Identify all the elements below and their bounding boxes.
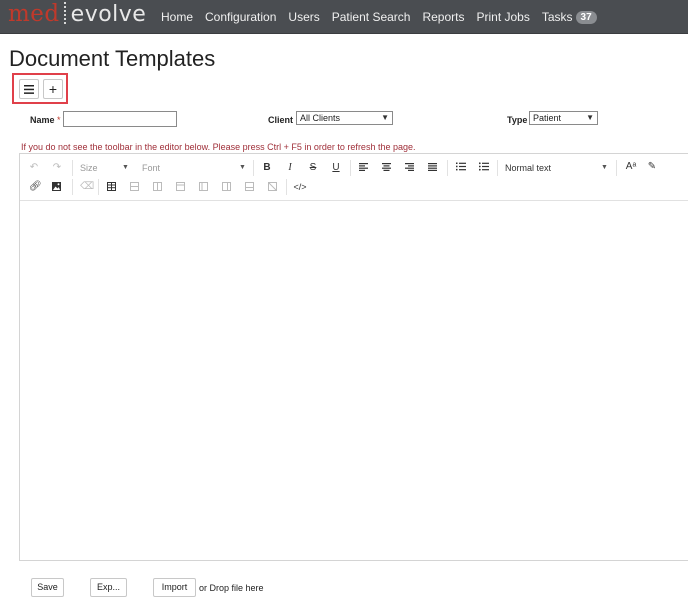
name-label-text: Name: [30, 115, 55, 125]
nav-tasks[interactable]: Tasks 37: [542, 10, 597, 24]
ordered-list-icon[interactable]: [456, 162, 466, 171]
add-template-button[interactable]: +: [43, 79, 63, 99]
image-icon[interactable]: [52, 182, 61, 191]
type-select-value: Patient: [533, 113, 562, 123]
merge-cells-icon[interactable]: [222, 182, 231, 191]
hamburger-icon: [24, 84, 34, 94]
font-size-icon[interactable]: Aᵃ: [624, 161, 638, 173]
page-title: Document Templates: [9, 46, 216, 71]
align-justify-icon[interactable]: [428, 163, 437, 171]
caret-down-icon: ▼: [601, 164, 608, 171]
tasks-count-badge: 37: [575, 11, 597, 24]
toolbar-divider: [616, 160, 617, 176]
italic-button[interactable]: I: [285, 162, 295, 174]
import-button[interactable]: Import: [153, 578, 196, 597]
align-center-icon[interactable]: [382, 163, 391, 171]
client-select[interactable]: All Clients ▼: [296, 111, 393, 125]
logo-evolve-text: evolve: [70, 2, 147, 27]
toolbar-divider: [72, 179, 73, 195]
bullet-list-icon[interactable]: [479, 162, 489, 171]
link-icon[interactable]: 🔗︎: [29, 181, 42, 193]
editor-content-area[interactable]: [20, 202, 688, 560]
font-size-placeholder: Size: [80, 163, 98, 173]
nav-users[interactable]: Users: [288, 10, 319, 24]
toolbar-divider: [350, 160, 351, 176]
insert-column-icon[interactable]: [153, 182, 162, 191]
toolbar-divider: [253, 160, 254, 176]
list-menu-button[interactable]: [19, 79, 39, 99]
logo-med-text: med: [8, 1, 60, 27]
top-navbar: med evolve Home Configuration Users Patie…: [0, 0, 688, 34]
client-label: Client: [268, 115, 294, 125]
highlighter-icon[interactable]: ✎: [647, 161, 657, 173]
nav-tasks-label: Tasks: [541, 10, 573, 24]
caret-down-icon: ▼: [122, 164, 129, 171]
nav-print-jobs[interactable]: Print Jobs: [477, 10, 530, 24]
code-view-icon[interactable]: </>: [293, 181, 307, 193]
nav-home[interactable]: Home: [161, 10, 193, 24]
type-select[interactable]: Patient ▼: [529, 111, 598, 125]
editor-toolbar: ↶ ↷ Size ▼ Font ▼ B I S U Normal text ▼ …: [20, 154, 688, 201]
toolbar-warning-text: If you do not see the toolbar in the edi…: [21, 142, 416, 152]
paragraph-style-dropdown[interactable]: Normal text ▼: [505, 163, 609, 173]
logo-separator: [63, 2, 66, 24]
toolbar-divider: [98, 179, 99, 195]
align-left-icon[interactable]: [359, 163, 368, 171]
strikethrough-button[interactable]: S: [308, 162, 318, 174]
toolbar-divider: [447, 160, 448, 176]
align-right-icon[interactable]: [405, 163, 414, 171]
rich-text-editor[interactable]: ↶ ↷ Size ▼ Font ▼ B I S U Normal text ▼ …: [19, 153, 688, 561]
drop-file-hint: or Drop file here: [199, 583, 264, 593]
name-input[interactable]: [63, 111, 177, 127]
caret-down-icon: ▼: [239, 164, 246, 171]
nav-patient-search[interactable]: Patient Search: [332, 10, 411, 24]
chevron-down-icon: ▼: [381, 113, 389, 122]
nav-configuration[interactable]: Configuration: [205, 10, 276, 24]
font-family-placeholder: Font: [142, 163, 161, 173]
client-select-value: All Clients: [300, 113, 341, 123]
delete-row-icon[interactable]: [176, 182, 185, 191]
insert-row-icon[interactable]: [130, 182, 139, 191]
save-button[interactable]: Save: [31, 578, 64, 597]
undo-icon[interactable]: ↶: [29, 162, 39, 174]
toolbar-divider: [72, 160, 73, 176]
type-label: Type: [507, 115, 528, 125]
split-cells-icon[interactable]: [245, 182, 254, 191]
underline-button[interactable]: U: [331, 162, 341, 174]
insert-table-icon[interactable]: [107, 182, 116, 191]
bold-button[interactable]: B: [262, 162, 272, 174]
plus-icon: +: [48, 81, 58, 97]
name-label: Name *: [30, 115, 61, 125]
required-marker: *: [57, 115, 61, 125]
delete-column-icon[interactable]: [199, 182, 208, 191]
redo-icon[interactable]: ↷: [52, 162, 62, 174]
main-nav: Home Configuration Users Patient Search …: [161, 0, 609, 34]
nav-reports[interactable]: Reports: [422, 10, 464, 24]
medevolve-logo[interactable]: med evolve: [8, 1, 146, 27]
toolbar-divider: [286, 179, 287, 195]
font-family-dropdown[interactable]: Font ▼: [142, 163, 246, 173]
paragraph-style-value: Normal text: [505, 163, 552, 173]
export-button[interactable]: Exp...: [90, 578, 127, 597]
chevron-down-icon: ▼: [586, 113, 594, 122]
delete-table-icon[interactable]: [268, 182, 277, 191]
toolbar-divider: [497, 160, 498, 176]
eraser-icon[interactable]: ⌫: [80, 181, 94, 193]
font-size-dropdown[interactable]: Size ▼: [80, 163, 130, 173]
